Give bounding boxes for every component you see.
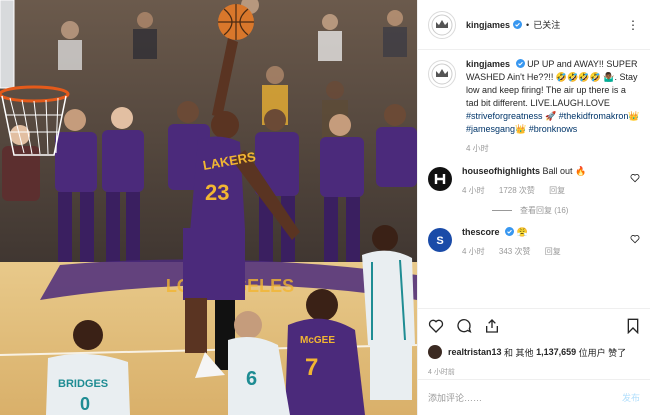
comment-like-heart-icon[interactable] [628, 173, 640, 185]
rocket-emoji: 🚀 [545, 111, 557, 121]
likes-summary: realtristan13 和 其他 1,137,659 位用户 赞了 [428, 345, 640, 359]
comment-text: Ball out 🔥 [542, 166, 587, 176]
jersey-number-7: 7 [305, 354, 318, 381]
comment-text: 😤 [516, 227, 528, 237]
caption-time[interactable]: 4 小时 [466, 144, 489, 153]
likes-suffix: 位用户 赞了 [578, 347, 627, 358]
reply-button[interactable]: 回复 [545, 247, 561, 256]
comment-username[interactable]: houseofhighlights [462, 166, 540, 176]
caption-row: kingjames UP UP and AWAY!! SUPER WASHED … [428, 58, 640, 155]
header-username[interactable]: kingjames [466, 20, 510, 30]
comment-row: S thescore 😤 4 小时 343 次赞 回复 [428, 226, 640, 258]
post-header: kingjames • 已关注 ⋮ [418, 0, 650, 50]
post-comment-button[interactable]: 发布 [622, 391, 640, 404]
hashtag-jamesgang[interactable]: #jamesgang👑 [466, 124, 526, 134]
thescore-avatar[interactable]: S [428, 228, 452, 252]
comment-likes[interactable]: 343 次赞 [499, 247, 531, 256]
post-photo[interactable]: LOS ANGELES LAKERS 23 McGEE 7 [0, 0, 417, 415]
jersey-number-23: 23 [205, 180, 229, 205]
verified-badge-icon [515, 59, 525, 68]
jersey-number-0: 0 [80, 394, 90, 414]
hashtag-striveforgreatness[interactable]: #striveforgreatness [466, 111, 543, 121]
post-timestamp[interactable]: 4 小时前 [428, 367, 640, 377]
view-replies-button[interactable]: 查看回复 (16) [492, 205, 640, 216]
jersey-bridges-text: BRIDGES [58, 378, 108, 390]
comment-bubble-icon[interactable] [456, 318, 472, 334]
verified-badge-icon [505, 227, 515, 236]
view-replies-label: 查看回复 (16) [520, 206, 569, 215]
hoh-logo-icon [434, 174, 446, 184]
share-icon[interactable] [484, 318, 500, 334]
jersey-number-6: 6 [246, 368, 257, 390]
caption-username[interactable]: kingjames [466, 59, 510, 69]
comments-list: kingjames UP UP and AWAY!! SUPER WASHED … [418, 58, 650, 306]
add-comment-bar: 发布 [418, 379, 650, 415]
crown-logo-icon [431, 63, 453, 85]
post-actions: realtristan13 和 其他 1,137,659 位用户 赞了 4 小时… [418, 308, 650, 377]
basketball-scene: LOS ANGELES LAKERS 23 McGEE 7 [0, 0, 417, 415]
post-panel: kingjames • 已关注 ⋮ kingjames UP UP and AW… [417, 0, 650, 415]
more-options-icon[interactable]: ⋮ [627, 18, 640, 32]
thescore-logo-icon: S [436, 235, 443, 247]
separator-dot: • [526, 19, 530, 30]
comment-likes[interactable]: 1728 次赞 [499, 186, 535, 195]
reply-button[interactable]: 回复 [549, 186, 565, 195]
crown-logo-icon [431, 14, 453, 35]
liker-avatar[interactable] [428, 345, 442, 359]
caption-avatar[interactable] [428, 60, 456, 88]
like-heart-icon[interactable] [428, 318, 444, 334]
houseofhighlights-avatar[interactable] [428, 167, 452, 191]
comment-like-heart-icon[interactable] [628, 234, 640, 246]
hashtag-bronknows[interactable]: #bronknows [529, 124, 578, 134]
comment-username[interactable]: thescore [462, 227, 500, 237]
verified-badge-icon [513, 20, 523, 29]
liker-username[interactable]: realtristan13 [448, 347, 502, 357]
kingjames-avatar[interactable] [428, 10, 456, 39]
likes-and-label: 和 其他 [504, 347, 534, 358]
jersey-mcgee-text: McGEE [300, 335, 335, 346]
comment-time[interactable]: 4 小时 [462, 247, 485, 256]
hashtag-thekidfromakron[interactable]: #thekidfromakron👑 [559, 111, 640, 121]
comment-time[interactable]: 4 小时 [462, 186, 485, 195]
comment-row: houseofhighlights Ball out 🔥 4 小时 1728 次… [428, 165, 640, 197]
likes-count[interactable]: 1,137,659 [536, 347, 576, 357]
bookmark-save-icon[interactable] [626, 318, 640, 334]
follow-status-button[interactable]: 已关注 [533, 18, 560, 31]
comment-input[interactable] [428, 392, 622, 403]
svg-text:S: S [436, 235, 443, 247]
